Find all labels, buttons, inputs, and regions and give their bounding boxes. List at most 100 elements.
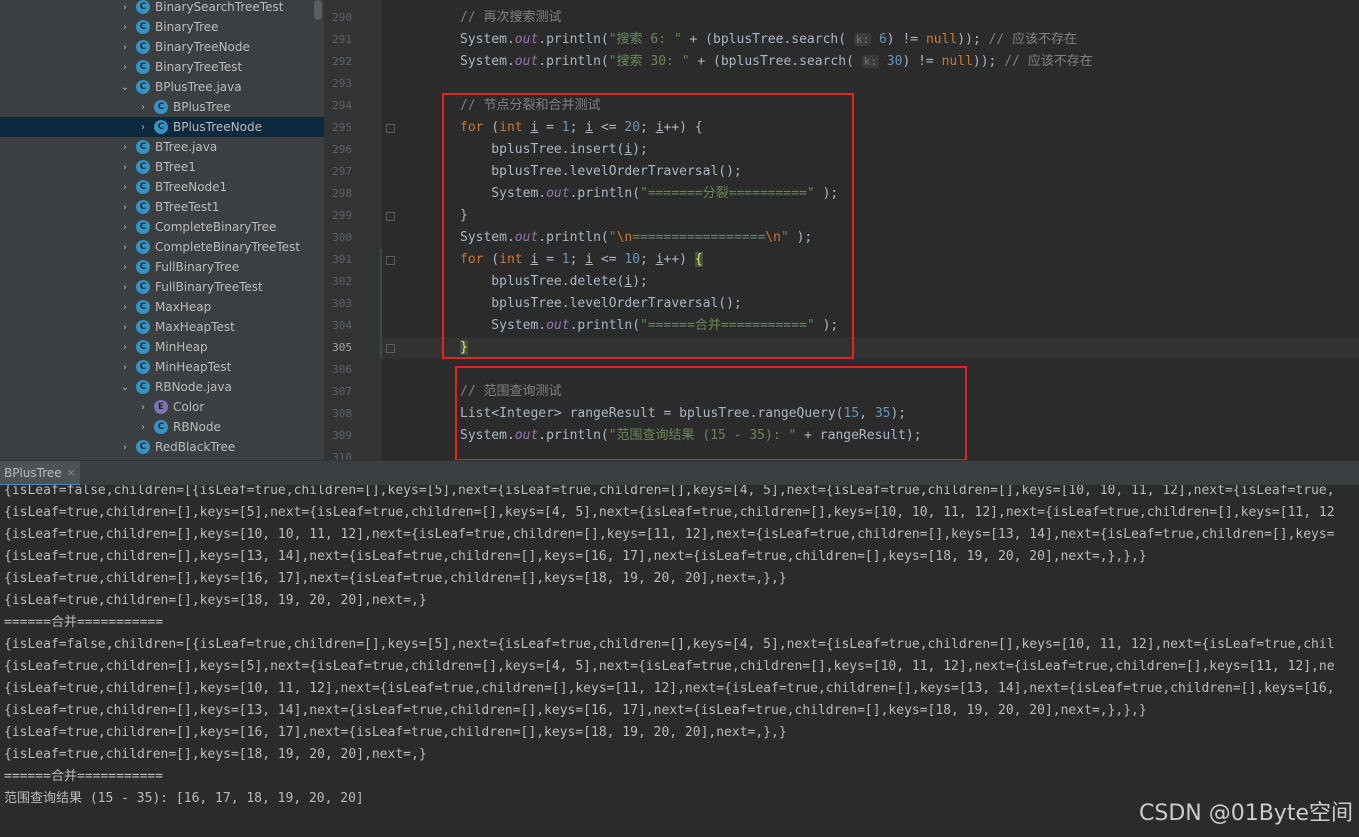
tree-item[interactable]: › C BTree.java bbox=[0, 137, 324, 157]
code-line[interactable]: // 再次搜索测试 bbox=[460, 7, 561, 29]
chevron-right-icon[interactable]: › bbox=[118, 62, 132, 73]
tree-item[interactable]: › E Color bbox=[0, 397, 324, 417]
chevron-right-icon[interactable]: › bbox=[136, 102, 150, 113]
tree-item[interactable]: › C FullBinaryTree bbox=[0, 257, 324, 277]
chevron-right-icon[interactable]: › bbox=[118, 442, 132, 453]
class-icon: C bbox=[136, 0, 150, 14]
tree-item[interactable]: › C MinHeapTest bbox=[0, 357, 324, 377]
chevron-right-icon[interactable]: › bbox=[118, 362, 132, 373]
tree-item[interactable]: › C BTreeNode1 bbox=[0, 177, 324, 197]
tree-item-label: BinaryTreeNode bbox=[155, 40, 250, 54]
fold-icon[interactable] bbox=[386, 344, 395, 353]
line-number: 301 bbox=[332, 253, 352, 266]
line-number: 298 bbox=[332, 187, 352, 200]
chevron-right-icon[interactable]: › bbox=[118, 302, 132, 313]
class-icon: C bbox=[136, 200, 150, 214]
line-number: 307 bbox=[332, 385, 352, 398]
chevron-right-icon[interactable]: › bbox=[136, 122, 150, 133]
class-icon: C bbox=[154, 100, 168, 114]
code-token: .println( bbox=[538, 54, 609, 69]
chevron-right-icon[interactable]: › bbox=[118, 342, 132, 353]
tree-item[interactable]: › C BTree1 bbox=[0, 157, 324, 177]
tree-item[interactable]: › C MinHeap bbox=[0, 337, 324, 357]
tree-item-label: BinaryTree bbox=[155, 20, 219, 34]
code-token: System. bbox=[460, 32, 515, 47]
class-icon: C bbox=[136, 360, 150, 374]
fold-icon[interactable] bbox=[386, 256, 395, 265]
tree-item[interactable]: ⌄ C BPlusTree.java bbox=[0, 77, 324, 97]
tree-item[interactable]: › C CompleteBinaryTree bbox=[0, 217, 324, 237]
tree-item[interactable]: › C BinaryTree bbox=[0, 17, 324, 37]
tree-item[interactable]: › C BPlusTree bbox=[0, 97, 324, 117]
project-tree[interactable]: › C BinarySearchTreeTest › C BinaryTree › C Bina… bbox=[0, 0, 324, 460]
chevron-right-icon[interactable]: › bbox=[118, 262, 132, 273]
class-icon: C bbox=[136, 60, 150, 74]
class-icon: C bbox=[136, 20, 150, 34]
tree-item-label: FullBinaryTreeTest bbox=[155, 280, 263, 294]
chevron-right-icon[interactable]: › bbox=[118, 242, 132, 253]
tree-item[interactable]: › C RBNode bbox=[0, 417, 324, 437]
tree-item[interactable]: › C BTreeTest1 bbox=[0, 197, 324, 217]
chevron-right-icon[interactable]: › bbox=[118, 142, 132, 153]
chevron-down-icon[interactable]: ⌄ bbox=[118, 82, 132, 93]
chevron-right-icon[interactable]: › bbox=[136, 422, 150, 433]
tree-item[interactable]: › C MaxHeap bbox=[0, 297, 324, 317]
code-editor[interactable]: 290 291 292 293 294 295 296 297 298 299 300 301 302 3… bbox=[324, 0, 1359, 460]
class-icon: C bbox=[136, 300, 150, 314]
close-icon[interactable]: × bbox=[67, 466, 76, 479]
class-icon: C bbox=[136, 80, 150, 94]
chevron-right-icon[interactable]: › bbox=[118, 42, 132, 53]
tree-item-label: Color bbox=[173, 400, 205, 414]
tree-item[interactable]: › C MaxHeapTest bbox=[0, 317, 324, 337]
line-number: 294 bbox=[332, 99, 352, 112]
chevron-down-icon[interactable]: ⌄ bbox=[118, 382, 132, 393]
tree-item[interactable]: ⌄ C RBNode.java bbox=[0, 377, 324, 397]
tree-item-label: BTree.java bbox=[155, 140, 218, 154]
class-icon: C bbox=[136, 220, 150, 234]
tree-scrollbar[interactable] bbox=[314, 0, 322, 20]
code-token: out bbox=[514, 32, 539, 47]
line-number: 300 bbox=[332, 231, 352, 244]
tree-item[interactable]: › C BinaryTreeTest bbox=[0, 57, 324, 77]
tree-item-label: CompleteBinaryTreeTest bbox=[155, 240, 301, 254]
console-line: {isLeaf=true,children=[],keys=[5],next={… bbox=[4, 659, 1335, 674]
tree-item[interactable]: › C RedBlackTree bbox=[0, 437, 324, 457]
chevron-right-icon[interactable]: › bbox=[118, 202, 132, 213]
code-token: out bbox=[514, 54, 539, 69]
console-line: 范围查询结果 (15 - 35): [16, 17, 18, 19, 20, 2… bbox=[4, 791, 364, 806]
vcs-change-marker bbox=[380, 249, 382, 359]
fold-icon[interactable] bbox=[386, 212, 395, 221]
class-icon: C bbox=[136, 140, 150, 154]
console-output[interactable]: {isLeaf=false,children=[{isLeaf=true,chi… bbox=[0, 485, 1359, 837]
chevron-right-icon[interactable]: › bbox=[118, 322, 132, 333]
chevron-right-icon[interactable]: › bbox=[136, 402, 150, 413]
tree-item-label: RBNode bbox=[173, 420, 221, 434]
chevron-right-icon[interactable]: › bbox=[118, 222, 132, 233]
code-token: // 应该不存在 bbox=[1004, 54, 1093, 69]
class-icon: C bbox=[136, 40, 150, 54]
chevron-right-icon[interactable]: › bbox=[118, 22, 132, 33]
line-number: 303 bbox=[332, 297, 352, 310]
tree-item-label: BPlusTree.java bbox=[155, 80, 242, 94]
console-line: {isLeaf=true,children=[],keys=[16, 17],n… bbox=[4, 571, 787, 586]
tree-item[interactable]: › C FullBinaryTreeTest bbox=[0, 277, 324, 297]
chevron-right-icon[interactable]: › bbox=[118, 162, 132, 173]
chevron-right-icon[interactable]: › bbox=[118, 2, 132, 13]
code-token: // 应该不存在 bbox=[988, 32, 1078, 47]
run-tab-bplustree[interactable]: BPlusTree × bbox=[0, 461, 80, 486]
tree-item[interactable]: › C CompleteBinaryTreeTest bbox=[0, 237, 324, 257]
fold-icon[interactable] bbox=[386, 124, 395, 133]
tree-item[interactable]: › C BinaryTreeNode bbox=[0, 37, 324, 57]
tree-item[interactable]: › C BPlusTreeNode bbox=[0, 117, 324, 137]
code-token: + (bplusTree.search( bbox=[681, 32, 854, 47]
code-line[interactable]: System.out.println("搜索 30: " + (bplusTre… bbox=[460, 51, 1093, 73]
code-token: ) != bbox=[902, 54, 942, 69]
chevron-right-icon[interactable]: › bbox=[118, 182, 132, 193]
tree-item[interactable]: › C BinarySearchTreeTest bbox=[0, 0, 324, 17]
line-number: 304 bbox=[332, 319, 352, 332]
code-token: null bbox=[941, 54, 973, 69]
code-line[interactable]: System.out.println("搜索 6: " + (bplusTree… bbox=[460, 29, 1077, 51]
console-line: {isLeaf=false,children=[{isLeaf=true,chi… bbox=[4, 485, 1335, 498]
line-number-gutter[interactable]: 290 291 292 293 294 295 296 297 298 299 300 301 302 3… bbox=[324, 0, 382, 460]
chevron-right-icon[interactable]: › bbox=[118, 282, 132, 293]
